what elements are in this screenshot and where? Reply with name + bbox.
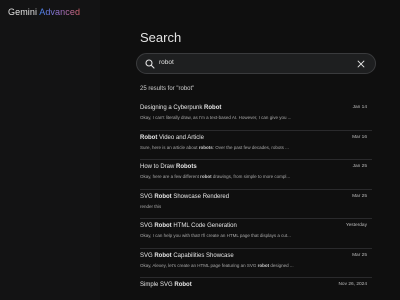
result-title: How to Draw Robots — [140, 164, 197, 170]
result-row[interactable]: Designing a Cyberpunk Robot Okay, I can'… — [140, 101, 372, 131]
app-brand[interactable]: Gemini Advanced — [8, 7, 80, 17]
result-title: SVG Robot Capabilities Showcase — [140, 252, 234, 259]
result-snippet: Okay, here are a few different robot dra… — [140, 174, 291, 179]
result-title: SVG Robot HTML Code Generation — [140, 223, 237, 229]
main-panel: Search robot 25 results for "robot" Desi… — [100, 0, 400, 300]
result-title: Simple SVG Robot — [140, 282, 192, 288]
sidebar: Gemini Advanced — [0, 0, 100, 300]
result-row[interactable]: SVG Robot Showcase Rendered render this … — [140, 190, 372, 219]
app-name: Gemini — [8, 7, 38, 17]
result-title: SVG Robot Showcase Rendered — [140, 193, 230, 200]
close-icon[interactable] — [356, 59, 366, 69]
result-snippet: Okay, Alexey, let's create an HTML page … — [140, 262, 294, 268]
result-title: Designing a Cyberpunk Robot — [140, 105, 222, 111]
result-date: Yesterday — [345, 223, 367, 228]
result-title: Robot Video and Article — [140, 134, 204, 141]
search-box[interactable]: robot — [136, 53, 376, 74]
result-row[interactable]: How to Draw Robots Okay, here are a few … — [140, 160, 372, 190]
result-snippet: render this — [140, 203, 162, 209]
result-date: Nov 26, 2024 — [338, 282, 367, 287]
result-snippet: Okay, I can't literally draw, as I'm a t… — [140, 115, 292, 120]
search-input[interactable]: robot — [159, 59, 174, 66]
result-row[interactable]: Robot Video and Article Sure, here is an… — [140, 131, 372, 160]
app-tier: Advanced — [39, 7, 81, 17]
result-date: Mar 16 — [352, 134, 367, 140]
result-row[interactable]: SVG Robot Capabilities Showcase Okay, Al… — [140, 249, 372, 278]
results-list: Designing a Cyberpunk Robot Okay, I can'… — [140, 101, 372, 300]
search-icon — [145, 59, 155, 69]
result-row[interactable]: Simple SVG Robot Nov 26, 2024 — [140, 278, 372, 300]
result-date: Jan 14 — [352, 105, 367, 110]
results-count: 25 results for "robot" — [140, 86, 195, 92]
result-snippet: Okay, I can help you with that! I'll cre… — [140, 233, 291, 238]
result-date: Mar 25 — [352, 252, 367, 258]
result-snippet: Sure, here is an article about robots: O… — [140, 144, 289, 150]
result-date: Mar 25 — [352, 193, 367, 199]
page-title: Search — [140, 30, 182, 45]
result-row[interactable]: SVG Robot HTML Code Generation Okay, I c… — [140, 219, 372, 249]
result-date: Jan 25 — [352, 164, 367, 169]
